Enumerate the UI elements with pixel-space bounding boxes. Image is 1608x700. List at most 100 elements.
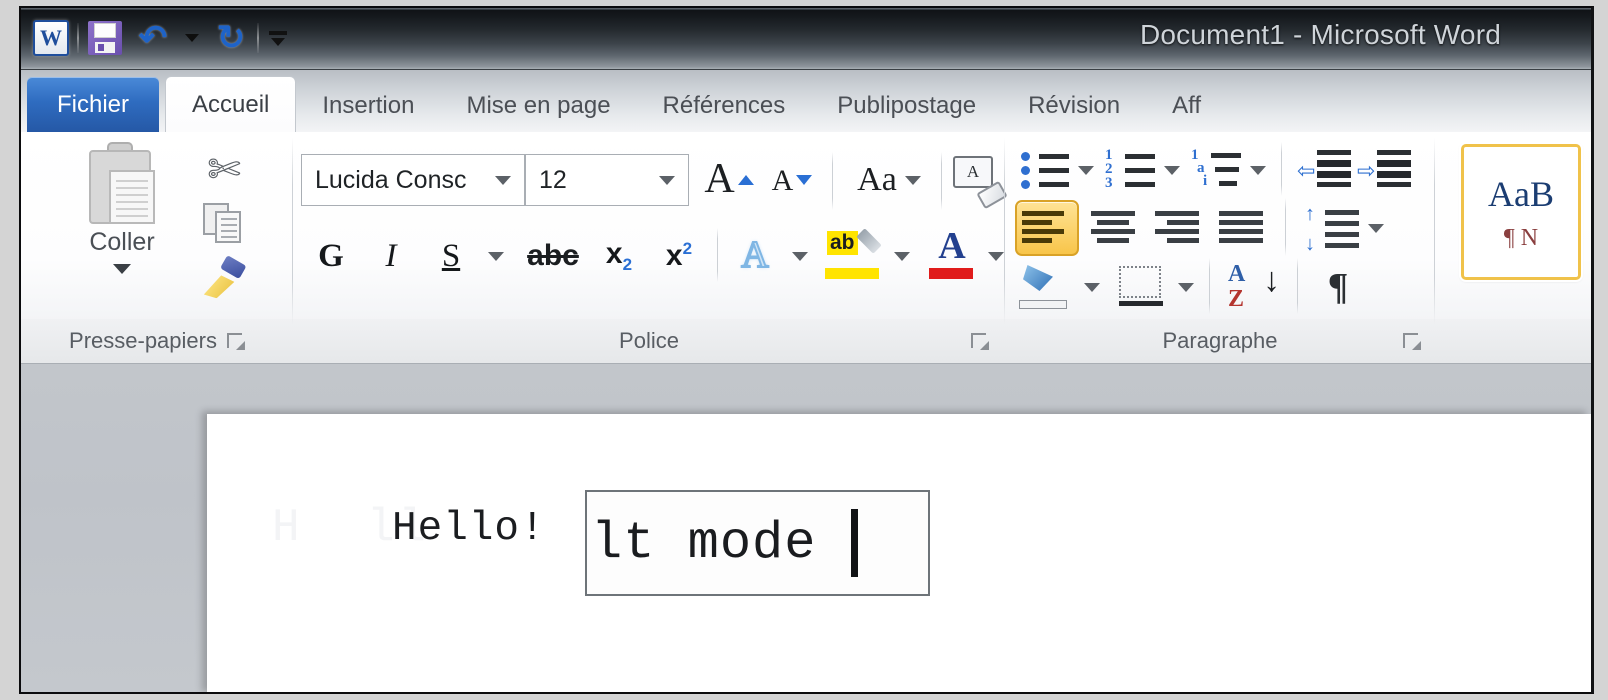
chevron-down-icon <box>113 264 131 274</box>
font-color-button[interactable]: A <box>923 226 981 284</box>
style-normal-card[interactable]: AaB ¶ N <box>1461 144 1581 280</box>
chevron-down-icon <box>904 175 921 185</box>
tab-affichage[interactable]: Aff <box>1146 80 1227 132</box>
italic-button[interactable]: I <box>363 228 419 284</box>
para-separator-1 <box>1281 142 1282 196</box>
borders-dropdown[interactable] <box>1171 260 1201 314</box>
cut-button[interactable]: ✄ <box>196 144 252 196</box>
font-dialog-launcher-icon[interactable] <box>971 332 989 350</box>
triangle-up-icon <box>737 175 754 185</box>
decrease-indent-button[interactable]: ⇦ <box>1295 146 1353 194</box>
paragraph-dialog-launcher-icon[interactable] <box>1403 332 1421 350</box>
sort-button[interactable]: A Z ↓ <box>1221 260 1287 314</box>
borders-button[interactable] <box>1113 260 1171 314</box>
tab-revision[interactable]: Révision <box>1002 80 1146 132</box>
chevron-down-icon <box>1084 282 1100 292</box>
font-separator-2 <box>941 152 942 210</box>
bullets-button[interactable] <box>1017 146 1073 194</box>
subscript-icon: x2 <box>605 237 633 274</box>
change-case-button[interactable]: Aa <box>843 154 935 206</box>
underline-dropdown-button[interactable] <box>479 228 513 284</box>
tab-mise-en-page[interactable]: Mise en page <box>440 80 636 132</box>
para-separator-3 <box>1209 258 1210 314</box>
line-spacing-button[interactable]: ↑ ↓ <box>1299 200 1363 256</box>
align-right-button[interactable] <box>1149 200 1211 256</box>
clipboard-group-label: Presse-papiers <box>69 328 217 353</box>
increase-indent-button[interactable]: ⇨ <box>1355 146 1413 194</box>
chevron-down-icon <box>1250 165 1266 175</box>
font-separator-1 <box>832 152 833 210</box>
font-group-label-row: Police <box>293 319 1005 363</box>
document-page[interactable]: H ll Hello! lt mode <box>207 414 1591 692</box>
justify-icon <box>1217 206 1271 250</box>
highlighter-icon: ab <box>825 228 883 281</box>
change-case-icon: Aa <box>857 161 897 198</box>
ime-composition-box[interactable]: lt mode <box>585 490 930 596</box>
numbering-button[interactable]: 1 2 3 <box>1103 146 1159 194</box>
multilevel-list-dropdown[interactable] <box>1243 146 1273 194</box>
text-caret <box>850 509 858 577</box>
tab-references[interactable]: Références <box>637 80 812 132</box>
grow-font-icon: A <box>704 156 735 203</box>
highlight-dropdown[interactable] <box>885 228 919 284</box>
group-police: Lucida Consc 12 A A Aa A G I S abc x2 x2… <box>293 132 1008 363</box>
underline-button[interactable]: S <box>423 228 479 284</box>
font-size-combobox[interactable]: 12 <box>525 154 689 206</box>
line-spacing-dropdown[interactable] <box>1361 200 1391 256</box>
numbered-list-icon: 1 2 3 <box>1105 147 1157 193</box>
superscript-button[interactable]: x2 <box>649 228 709 284</box>
text-effects-button[interactable]: A <box>727 226 783 284</box>
font-name-combobox[interactable]: Lucida Consc <box>301 154 525 206</box>
text-effects-icon: A <box>740 234 769 276</box>
grow-font-button[interactable]: A <box>698 154 760 206</box>
para-separator-2 <box>1285 198 1286 256</box>
line-spacing-icon: ↑ ↓ <box>1303 204 1359 254</box>
para-separator-4 <box>1297 258 1298 314</box>
tab-accueil[interactable]: Accueil <box>165 76 297 132</box>
clear-formatting-button[interactable]: A <box>949 152 1008 210</box>
styles-group-body: AaB ¶ N <box>1435 132 1591 319</box>
strikethrough-button[interactable]: abc <box>517 228 589 284</box>
chevron-down-icon <box>1078 165 1094 175</box>
clipboard-dialog-launcher-icon[interactable] <box>226 332 245 350</box>
align-center-button[interactable] <box>1085 200 1147 256</box>
italic-icon: I <box>385 237 397 274</box>
numbering-dropdown[interactable] <box>1157 146 1187 194</box>
chevron-down-icon <box>488 251 504 261</box>
clipboard-group-label-row: Presse-papiers <box>21 319 293 363</box>
paste-button[interactable]: Coller <box>61 142 183 274</box>
increase-indent-icon: ⇨ <box>1357 148 1411 192</box>
underline-icon: S <box>441 237 461 274</box>
font-separator-3 <box>717 228 718 282</box>
align-left-button[interactable] <box>1015 200 1079 256</box>
highlight-button[interactable]: ab <box>823 226 885 284</box>
justify-button[interactable] <box>1213 200 1275 256</box>
bold-icon: G <box>318 237 344 274</box>
shading-dropdown[interactable] <box>1077 260 1107 314</box>
shading-button[interactable] <box>1015 260 1077 314</box>
copy-button[interactable] <box>196 198 252 250</box>
group-presse-papiers: Coller ✄ Presse-papiers <box>21 132 293 363</box>
format-painter-button[interactable] <box>196 254 252 306</box>
shrink-font-button[interactable]: A <box>761 154 823 206</box>
text-effects-dropdown[interactable] <box>783 228 817 284</box>
tab-insertion[interactable]: Insertion <box>296 80 440 132</box>
bold-button[interactable]: G <box>303 228 359 284</box>
chevron-down-icon <box>1178 282 1194 292</box>
style-preview-name: ¶ N <box>1503 224 1539 251</box>
multilevel-list-button[interactable]: 1 a i <box>1189 146 1245 194</box>
bullets-dropdown[interactable] <box>1071 146 1101 194</box>
tab-publipostage[interactable]: Publipostage <box>811 80 1002 132</box>
chevron-down-icon <box>894 251 910 261</box>
font-name-value: Lucida Consc <box>315 165 467 194</box>
show-formatting-marks-button[interactable]: ¶ <box>1309 260 1367 314</box>
paintbrush-icon <box>197 255 250 304</box>
ime-composition-text: lt mode <box>591 513 849 573</box>
group-paragraphe: 1 2 3 1 a i ⇦ ⇨ ↑ ↓ A Z ↓ ¶ Paragraphe <box>1005 132 1435 363</box>
paragraph-group-body: 1 2 3 1 a i ⇦ ⇨ ↑ ↓ A Z ↓ ¶ <box>1005 132 1435 319</box>
title-bar: W ↶ ↻ Document1 - Microsoft Word <box>21 8 1591 70</box>
tab-fichier[interactable]: Fichier <box>27 77 160 132</box>
font-group-label: Police <box>619 328 679 353</box>
shrink-font-icon: A <box>771 163 794 197</box>
subscript-button[interactable]: x2 <box>589 228 649 284</box>
